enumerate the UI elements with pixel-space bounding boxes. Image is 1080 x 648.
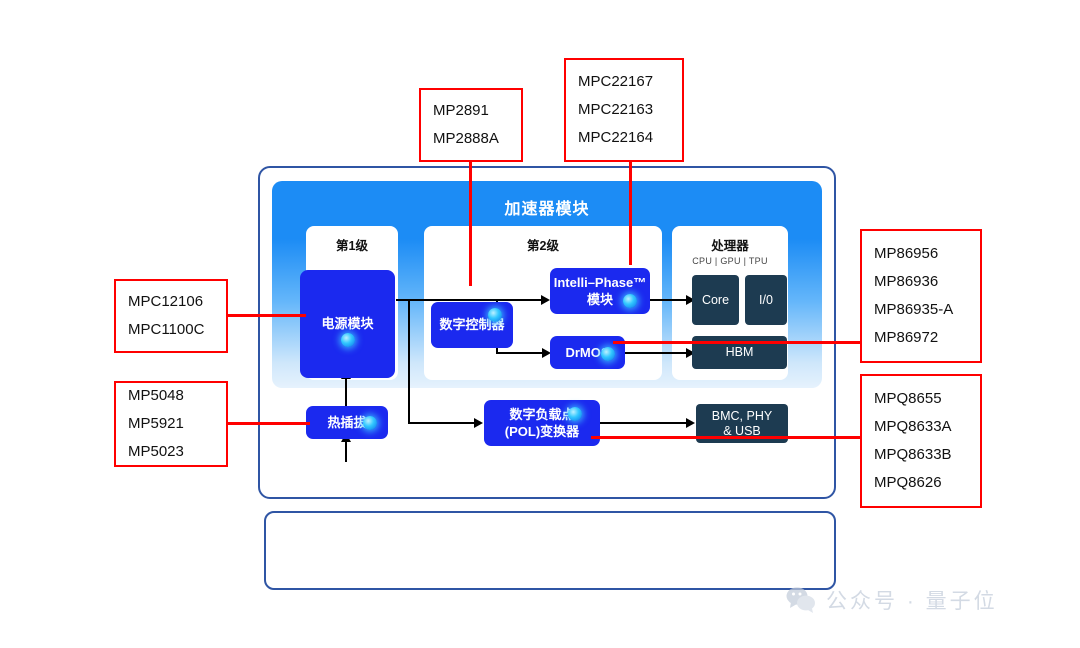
callout-part: MP5921	[128, 415, 184, 432]
stage1-header: 第1级	[336, 239, 368, 253]
callout-part: MP5023	[128, 443, 184, 460]
callout-part: MPQ8633B	[874, 446, 952, 463]
status-dot-icon	[341, 333, 355, 347]
processor-header: 处理器	[711, 239, 749, 253]
callout-part: MP86972	[874, 329, 939, 346]
intelli-phase-chip[interactable]: Intelli–Phase™ 模块	[550, 268, 650, 314]
intelli-phase-label-line1: Intelli–Phase™	[553, 274, 647, 290]
connector-power-to-bus	[396, 299, 544, 301]
core-label: Core	[701, 292, 730, 307]
accelerator-module-title: 加速器模块	[504, 201, 590, 218]
callout-leader-mpc22167	[629, 162, 632, 265]
callout-part: MP86936	[874, 273, 939, 290]
callout-leader-mp86956	[613, 341, 862, 344]
callout-part: MPC12106	[128, 293, 204, 310]
callout-part: MPC1100C	[128, 321, 205, 338]
status-dot-icon	[568, 407, 582, 421]
callout-leader-mpq8655	[591, 436, 862, 439]
arrow-to-pol	[474, 418, 483, 428]
callout-mpc22167[interactable]: MPC22167 MPC22163 MPC22164	[564, 58, 684, 162]
digital-controller-chip[interactable]: 数字控制器	[431, 302, 513, 348]
pol-label-line2: (POL)变换器	[504, 423, 580, 439]
processor-subheader: CPU | GPU | TPU	[692, 256, 768, 266]
pol-converter-chip[interactable]: 数字负载点 (POL)变换器	[484, 400, 600, 446]
arrow-to-intelli-phase	[541, 295, 550, 305]
callout-leader-mp2891	[469, 162, 472, 286]
callout-part: MPC22164	[578, 129, 654, 146]
callout-leader-mp5048	[228, 422, 310, 425]
connector-pol-to-bmc	[600, 422, 686, 424]
callout-mpc12106[interactable]: MPC12106 MPC1100C	[114, 279, 228, 353]
status-dot-icon	[623, 294, 637, 308]
io-label: I/0	[759, 292, 773, 307]
io-chip: I/0	[745, 275, 787, 325]
hbm-label: HBM	[725, 345, 754, 359]
wechat-icon	[786, 587, 815, 613]
connector-to-pol	[408, 422, 474, 424]
arrow-to-bmc	[686, 418, 695, 428]
power-module-label: 电源模块	[321, 316, 374, 331]
hot-swap-label: 热插拔	[327, 414, 367, 430]
pol-label-line1: 数字负载点	[509, 406, 575, 422]
core-chip: Core	[692, 275, 739, 325]
bmc-label-line1: BMC, PHY	[711, 408, 773, 423]
connector-input-voltage	[345, 440, 347, 462]
callout-part: MPQ8633A	[874, 418, 952, 435]
callout-part: MPC22167	[578, 73, 654, 90]
callout-part: MP86956	[874, 245, 939, 262]
connector-drmos-to-hbm	[625, 352, 686, 354]
callout-part: MPC22163	[578, 101, 654, 118]
callout-part: MPQ8626	[874, 474, 942, 491]
watermark: 公众号 · 量子位	[786, 585, 998, 615]
watermark-text: 公众号 · 量子位	[826, 590, 998, 613]
ai-server-rack-panel	[264, 511, 836, 590]
callout-part: MP2888A	[433, 130, 499, 147]
callout-mp2891[interactable]: MP2891 MP2888A	[419, 88, 523, 162]
connector-bus-down-to-pol	[408, 299, 410, 423]
power-module-chip[interactable]: 电源模块	[300, 270, 395, 378]
callout-mp5048[interactable]: MP5048 MP5921 MP5023	[114, 381, 228, 467]
connector-intelli-to-core	[650, 299, 686, 301]
callout-part: MP86935-A	[874, 301, 954, 318]
status-dot-icon	[488, 308, 502, 322]
stage2-header: 第2级	[527, 239, 559, 253]
status-dot-icon	[601, 347, 615, 361]
callout-part: MP2891	[433, 102, 489, 119]
callout-mpq8655[interactable]: MPQ8655 MPQ8633A MPQ8633B MPQ8626	[860, 374, 982, 508]
callout-part: MP5048	[128, 387, 184, 404]
callout-mp86956[interactable]: MP86956 MP86936 MP86935-A MP86972	[860, 229, 982, 363]
intelli-phase-label-line2: 模块	[586, 291, 613, 307]
callout-part: MPQ8655	[874, 390, 942, 407]
hot-swap-chip[interactable]: 热插拔	[306, 406, 388, 439]
connector-bus-to-drmos	[496, 352, 542, 354]
callout-leader-mpc12106	[228, 314, 306, 317]
status-dot-icon	[363, 416, 377, 430]
